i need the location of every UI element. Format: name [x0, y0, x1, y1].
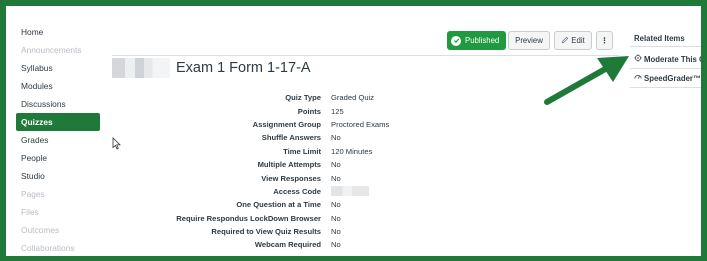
redacted-access-code: [331, 186, 369, 197]
more-options-button[interactable]: ⋮: [596, 31, 613, 50]
detail-row-quiz-type: Quiz Type Graded Quiz: [156, 91, 389, 104]
detail-label: Time Limit: [283, 146, 321, 156]
mouse-cursor-icon: [112, 137, 121, 155]
published-button[interactable]: Published: [447, 31, 506, 50]
quiz-title: Exam 1 Form 1-17-A: [176, 60, 311, 76]
detail-row-webcam: Webcam Required No: [156, 238, 389, 251]
nav-item-outcomes[interactable]: Outcomes: [16, 221, 100, 239]
detail-label: Require Respondus LockDown Browser: [176, 213, 321, 223]
check-icon: [451, 35, 461, 46]
nav-item-announcements[interactable]: Announcements: [16, 41, 100, 59]
detail-value: No: [331, 227, 341, 237]
nav-item-collaborations[interactable]: Collaborations: [16, 239, 100, 256]
nav-item-modules[interactable]: Modules: [16, 77, 100, 95]
quiz-details: Quiz Type Graded Quiz Points 125 Assignm…: [156, 91, 389, 252]
detail-label: Required to View Quiz Results: [211, 227, 321, 237]
detail-row-multiple-attempts: Multiple Attempts No: [156, 158, 389, 171]
detail-value: [331, 186, 369, 197]
detail-value: No: [331, 200, 341, 210]
redacted-course-code: [112, 58, 170, 78]
course-nav: Home Announcements Syllabus Modules Disc…: [16, 23, 100, 256]
detail-value: Proctored Exams: [331, 119, 390, 129]
detail-label: Webcam Required: [254, 240, 321, 250]
detail-value: No: [331, 213, 341, 223]
speedgrader-label: SpeedGrader™: [644, 73, 701, 83]
detail-label: View Responses: [261, 173, 321, 183]
detail-row-one-question: One Question at a Time No: [156, 198, 389, 211]
detail-value: 120 Minutes: [331, 146, 373, 156]
nav-item-quizzes[interactable]: Quizzes: [16, 113, 100, 131]
detail-value: No: [331, 160, 341, 170]
detail-label: Access Code: [273, 186, 321, 196]
nav-item-syllabus[interactable]: Syllabus: [16, 59, 100, 77]
detail-row-points: Points 125: [156, 104, 389, 117]
nav-item-grades[interactable]: Grades: [16, 131, 100, 149]
preview-button[interactable]: Preview: [508, 31, 550, 50]
detail-row-access-code: Access Code: [156, 185, 389, 198]
quiz-title-area: Exam 1 Form 1-17-A: [112, 57, 311, 79]
detail-label: Assignment Group: [252, 119, 321, 129]
detail-value: No: [331, 173, 341, 183]
published-label: Published: [465, 36, 500, 45]
nav-item-discussions[interactable]: Discussions: [16, 95, 100, 113]
edit-label: Edit: [571, 36, 585, 45]
detail-value: No: [331, 133, 341, 143]
annotation-arrow-icon: [541, 54, 636, 114]
detail-row-view-responses: View Responses No: [156, 171, 389, 184]
detail-value: 125: [331, 106, 344, 116]
moderate-quiz-link[interactable]: Moderate This Quiz: [634, 54, 706, 64]
detail-label: One Question at a Time: [236, 200, 321, 210]
app-frame: Home Announcements Syllabus Modules Disc…: [0, 0, 707, 261]
related-divider: [630, 87, 701, 88]
nav-item-pages[interactable]: Pages: [16, 185, 100, 203]
detail-row-shuffle-answers: Shuffle Answers No: [156, 131, 389, 144]
detail-row-lockdown-browser: Require Respondus LockDown Browser No: [156, 212, 389, 225]
detail-label: Shuffle Answers: [261, 133, 321, 143]
detail-row-time-limit: Time Limit 120 Minutes: [156, 145, 389, 158]
speedgrader-link[interactable]: SpeedGrader™: [634, 73, 701, 83]
detail-label: Quiz Type: [285, 93, 321, 103]
detail-row-assignment-group: Assignment Group Proctored Exams: [156, 118, 390, 131]
pencil-icon: [561, 36, 569, 46]
detail-value: No: [331, 240, 341, 250]
moderate-quiz-label: Moderate This Quiz: [644, 54, 706, 64]
related-divider: [630, 46, 701, 47]
related-items-heading: Related Items: [634, 34, 685, 43]
edit-button[interactable]: Edit: [554, 31, 592, 50]
nav-item-studio[interactable]: Studio: [16, 167, 100, 185]
detail-row-view-results: Required to View Quiz Results No: [156, 225, 389, 238]
nav-item-people[interactable]: People: [16, 149, 100, 167]
detail-label: Points: [297, 106, 321, 116]
detail-label: Multiple Attempts: [257, 160, 321, 170]
related-divider: [630, 68, 701, 69]
detail-value: Graded Quiz: [331, 93, 375, 103]
nav-item-home[interactable]: Home: [16, 23, 100, 41]
nav-item-files[interactable]: Files: [16, 203, 100, 221]
